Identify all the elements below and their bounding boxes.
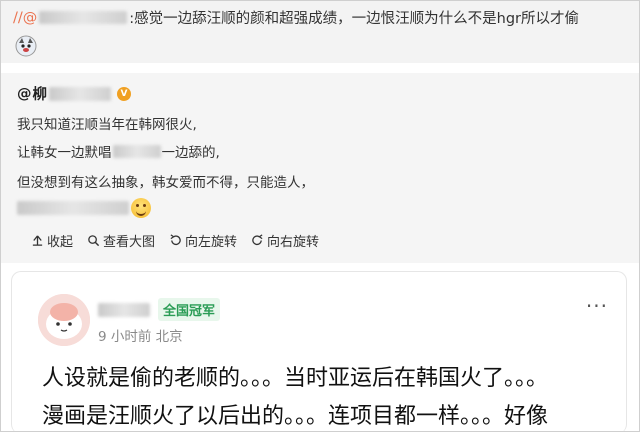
avatar-face-icon: [38, 294, 90, 346]
verified-badge-icon: V: [117, 86, 131, 101]
collapse-label: 收起: [47, 235, 74, 250]
author-prefix: @: [17, 85, 32, 102]
post-line-3: 但没想到有这么抽象，韩女爱而不得，只能造人，: [17, 175, 314, 191]
repost-comment: //@ :感觉一边舔汪顺的颜和超强成绩，一边恨汪顺为什么不是hgr所以才偷: [1, 1, 639, 63]
comment-card: 全国冠军 9 小时前 北京 ··· 人设就是偷的老顺的。。。当时亚运后在韩国火了…: [11, 271, 627, 431]
redacted-username: [39, 11, 128, 24]
post-line-4: [17, 198, 151, 218]
rotate-left-icon: [170, 234, 181, 246]
laugh-emoji-icon: [131, 198, 151, 218]
post-line-2b: 一边舔的,: [161, 145, 220, 161]
screenshot-frame: //@ :感觉一边舔汪顺的颜和超强成绩，一边恨汪顺为什么不是hgr所以才偷 @ …: [0, 0, 640, 432]
post-line-1: 我只知道汪顺当年在韩网很火,: [17, 117, 197, 133]
collapse-icon: [32, 235, 43, 246]
redacted-commenter-name: [98, 302, 150, 317]
view-large-label: 查看大图: [103, 235, 156, 250]
title-badge: 全国冠军: [158, 298, 221, 321]
rotate-left-button[interactable]: 向左旋转: [169, 231, 237, 250]
repost-text-line: //@ :感觉一边舔汪顺的颜和超强成绩，一边恨汪顺为什么不是hgr所以才偷: [13, 7, 579, 28]
zoom-icon: [88, 235, 100, 247]
original-author[interactable]: @ 柳 V: [17, 83, 131, 104]
post-line-2a: 让韩女一边默唱: [17, 145, 112, 161]
image-toolbar: 收起 查看大图 向左旋转 向右旋转: [31, 231, 319, 250]
view-large-button[interactable]: 查看大图: [87, 231, 155, 250]
redacted-author-name: [49, 86, 111, 101]
more-options-button[interactable]: ···: [586, 294, 608, 318]
comment-line-1: 人设就是偷的老顺的。。。当时亚运后在韩国火了。。。: [42, 366, 549, 391]
redacted-name-inline: [112, 144, 161, 158]
comment-meta: 9 小时前 北京: [98, 329, 183, 345]
rotate-left-label: 向左旋转: [185, 235, 238, 250]
collapse-button[interactable]: 收起: [31, 231, 73, 250]
rotate-right-label: 向右旋转: [267, 235, 320, 250]
repost-text: :感觉一边舔汪顺的颜和超强成绩，一边恨汪顺为什么不是hgr所以才偷: [129, 11, 580, 27]
repost-avatar-icon[interactable]: [15, 35, 37, 57]
original-post: @ 柳 V 我只知道汪顺当年在韩网很火, 让韩女一边默唱 一边舔的, 但没想到有…: [1, 73, 639, 263]
comment-line-2: 漫画是汪顺火了以后出的。。。连项目都一样。。。好像: [42, 404, 549, 429]
post-line-2: 让韩女一边默唱 一边舔的,: [17, 141, 220, 161]
rotate-right-icon: [252, 234, 263, 246]
redacted-mention: [17, 201, 129, 215]
repost-mention-prefix[interactable]: //@: [13, 10, 37, 26]
rotate-right-button[interactable]: 向右旋转: [251, 231, 319, 250]
commenter-avatar[interactable]: [38, 294, 90, 346]
author-initial: 柳: [32, 87, 48, 103]
commenter-name[interactable]: 全国冠军: [98, 298, 221, 321]
